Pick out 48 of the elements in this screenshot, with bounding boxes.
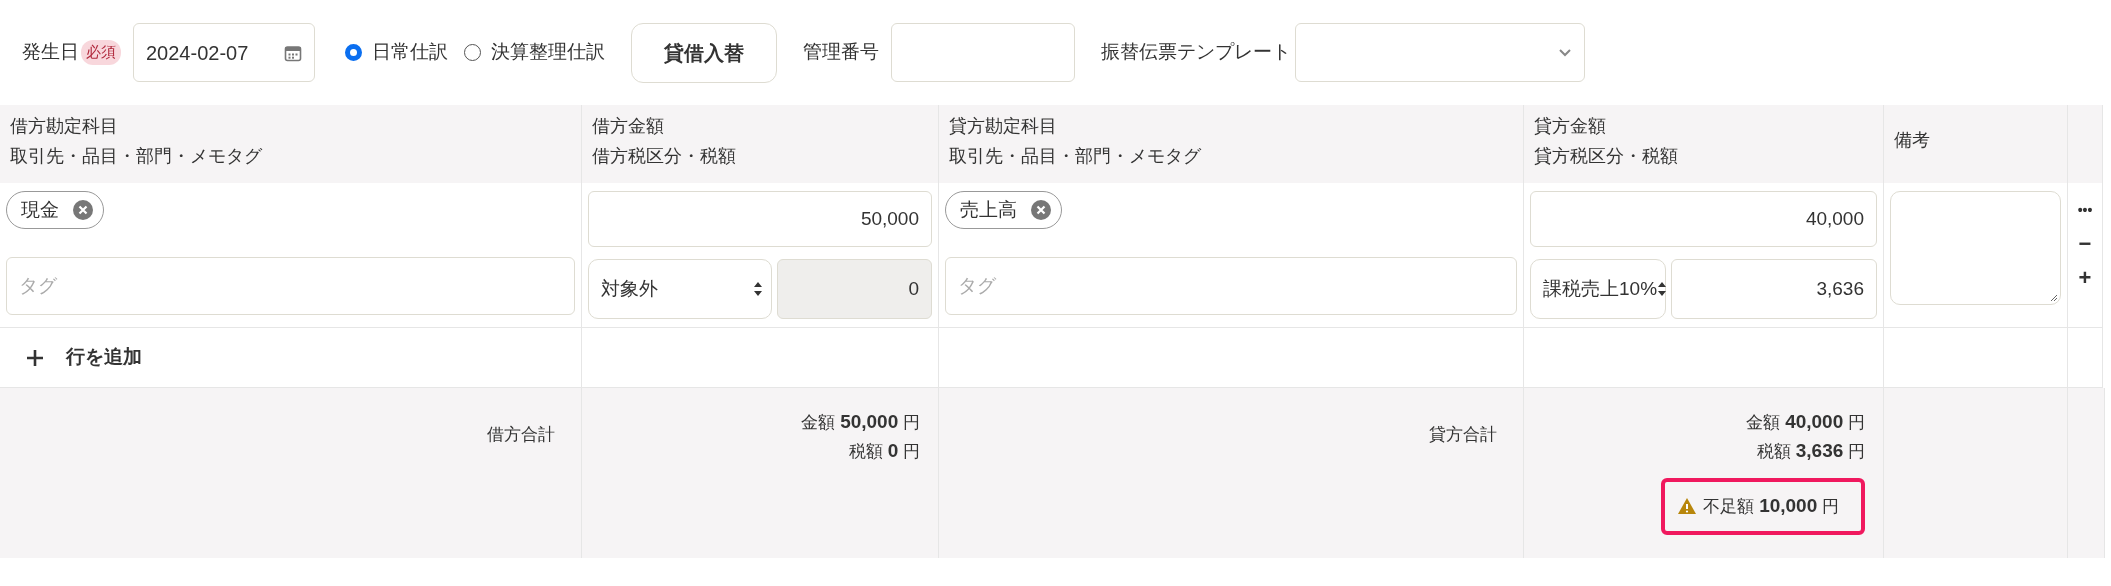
column-header: 借方税区分・税額 — [592, 145, 737, 168]
swap-button[interactable]: 貸借入替 — [631, 22, 777, 83]
action-button[interactable]: ••• — [2077, 195, 2093, 225]
action-button[interactable]: − — [2078, 229, 2092, 259]
total-amount: 税額 0 円 — [848, 439, 920, 463]
total-label: 貸方合計 — [1429, 425, 1497, 444]
column-header: 借方勘定科目 — [10, 115, 119, 138]
tax-field: 0 — [777, 259, 932, 319]
sort-icon — [1657, 281, 1668, 297]
tax-category-select[interactable]: 対象外 — [588, 259, 772, 319]
required-badge: 必須 — [81, 40, 121, 65]
field-label: 管理番号 — [803, 40, 879, 65]
resize-icon — [2050, 294, 2058, 302]
warning-icon — [1677, 497, 1698, 516]
tax-category-select[interactable]: 課税売上10% — [1530, 259, 1666, 319]
number-field[interactable] — [891, 23, 1075, 82]
date-field[interactable]: 2024-02-07 — [133, 23, 315, 82]
column-header: 取引先・品目・部門・メモタグ — [10, 145, 263, 168]
shortage-amount: 不足額 10,000 円 — [1703, 494, 1839, 518]
radio-label: 決算整理仕訳 — [491, 40, 605, 65]
remove-icon[interactable] — [73, 200, 93, 220]
total-label: 借方合計 — [487, 425, 555, 444]
plus-icon — [26, 348, 44, 367]
column-header: 貸方税区分・税額 — [1534, 145, 1679, 168]
column-header: 備考 — [1894, 129, 1931, 152]
sort-icon — [753, 281, 763, 297]
memo-field[interactable] — [1890, 191, 2061, 305]
total-amount: 金額 40,000 円 — [1746, 410, 1865, 434]
radio-label: 日常仕訳 — [372, 40, 448, 65]
remove-icon[interactable] — [1031, 200, 1051, 220]
total-amount: 金額 50,000 円 — [801, 410, 920, 434]
radio-button[interactable] — [345, 44, 362, 61]
add-row-button[interactable]: 行を追加 — [26, 343, 142, 372]
column-header: 貸方金額 — [1534, 115, 1607, 138]
column-header: 貸方勘定科目 — [949, 115, 1058, 138]
column-header: 借方金額 — [592, 115, 665, 138]
column-header: 取引先・品目・部門・メモタグ — [949, 145, 1202, 168]
tag-label: 売上高 — [960, 197, 1017, 222]
field-label: 発生日 — [22, 40, 79, 65]
amount-field[interactable]: 50,000 — [588, 191, 932, 247]
action-button[interactable]: + — [2078, 263, 2092, 293]
tag-label: 現金 — [21, 197, 59, 222]
total-amount: 税額 3,636 円 — [1757, 439, 1865, 463]
chevron-icon — [1558, 47, 1572, 58]
amount-field[interactable]: 40,000 — [1530, 191, 1877, 247]
tax-field[interactable]: 3,636 — [1671, 259, 1877, 319]
calendar-icon[interactable] — [284, 43, 302, 62]
field-label: 振替伝票テンプレート — [1101, 40, 1291, 65]
